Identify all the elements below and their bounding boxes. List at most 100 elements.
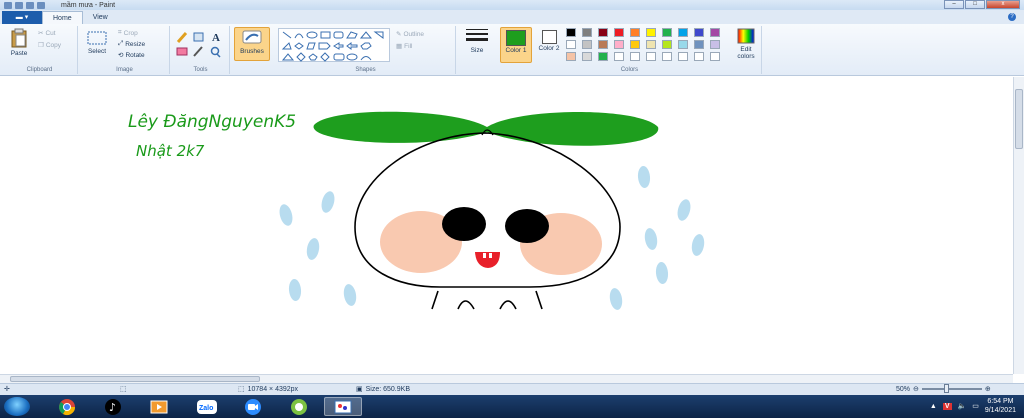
edit-colors-button[interactable]: Edit colors: [732, 28, 760, 60]
select-button[interactable]: Select: [84, 30, 110, 55]
rotate-button[interactable]: ⟲ Rotate: [118, 51, 145, 60]
file-menu-button[interactable]: ▬ ▾: [2, 11, 42, 24]
tiktok-icon: ♪: [105, 398, 121, 415]
palette-swatch[interactable]: [662, 52, 672, 61]
cut-button[interactable]: ✂ Cut: [38, 29, 56, 38]
start-button[interactable]: [4, 397, 30, 416]
colors-group: Color 1 Color 2 Edit colors Colors: [498, 26, 762, 74]
palette-swatch[interactable]: [582, 28, 592, 37]
shapes-gallery[interactable]: [278, 28, 390, 62]
palette-swatch[interactable]: [614, 52, 624, 61]
svg-text:Zalo: Zalo: [199, 405, 213, 412]
palette-swatch[interactable]: [662, 28, 672, 37]
resize-label: Resize: [125, 40, 146, 48]
volume-icon[interactable]: 🔈: [958, 402, 967, 410]
palette-swatch[interactable]: [694, 40, 704, 49]
palette-swatch[interactable]: [614, 28, 624, 37]
eraser-icon[interactable]: [176, 47, 188, 56]
help-icon[interactable]: ?: [1008, 13, 1016, 21]
zoom-level: 50%: [896, 385, 911, 393]
close-button[interactable]: x: [986, 0, 1020, 9]
color2-button[interactable]: Color 2: [535, 27, 563, 63]
vertical-scroll-thumb[interactable]: [1015, 89, 1023, 149]
pencil-icon[interactable]: [176, 32, 188, 43]
palette-swatch[interactable]: [678, 52, 688, 61]
palette-swatch[interactable]: [566, 52, 576, 61]
palette-swatch[interactable]: [566, 40, 576, 49]
vertical-scrollbar[interactable]: [1013, 77, 1024, 374]
palette-swatch[interactable]: [646, 52, 656, 61]
palette-swatch[interactable]: [646, 40, 656, 49]
file-menu-icon: ▬ ▾: [15, 14, 29, 21]
palette-swatch[interactable]: [582, 52, 592, 61]
palette-swatch[interactable]: [630, 52, 640, 61]
paint-app-icon[interactable]: [4, 1, 12, 9]
media-player-icon: [150, 400, 168, 413]
copy-label: Copy: [45, 41, 62, 49]
palette-swatch[interactable]: [694, 52, 704, 61]
redo-icon[interactable]: [37, 1, 45, 9]
palette-swatch[interactable]: [678, 40, 688, 49]
show-hidden-icons-icon[interactable]: ▲: [930, 403, 937, 410]
resize-button[interactable]: ⤢ Resize: [118, 40, 145, 48]
undo-icon[interactable]: [26, 1, 34, 9]
palette-swatch[interactable]: [598, 40, 608, 49]
color2-swatch: [541, 30, 557, 44]
taskbar-tiktok[interactable]: ♪: [94, 397, 132, 416]
horizontal-scrollbar[interactable]: [0, 374, 1013, 383]
drawing-canvas[interactable]: Lêy ĐăngNguyenK5 Nhật 2k7: [0, 77, 1013, 374]
maximize-button[interactable]: □: [965, 0, 985, 9]
zoom-out-icon[interactable]: ⊖: [913, 385, 919, 393]
color1-button[interactable]: Color 1: [500, 27, 532, 63]
palette-swatch[interactable]: [598, 28, 608, 37]
minimize-button[interactable]: –: [944, 0, 964, 9]
taskbar-zalo[interactable]: Zalo: [188, 397, 226, 416]
palette-swatch[interactable]: [582, 40, 592, 49]
fill-button[interactable]: ▦ Fill: [396, 42, 412, 51]
palette-swatch[interactable]: [566, 28, 576, 37]
brushes-button[interactable]: Brushes: [234, 27, 270, 61]
save-icon[interactable]: [15, 1, 23, 9]
window-title: mầm mưa - Paint: [61, 1, 116, 9]
clock[interactable]: 6:54 PM 9/14/2021: [985, 397, 1016, 415]
palette-swatch[interactable]: [694, 28, 704, 37]
palette-swatch[interactable]: [630, 28, 640, 37]
rotate-label: Rotate: [125, 51, 145, 59]
paste-button[interactable]: Paste: [6, 28, 32, 57]
horizontal-scroll-thumb[interactable]: [10, 376, 260, 382]
taskbar-input-method[interactable]: [280, 397, 318, 416]
palette-swatch[interactable]: [710, 28, 720, 37]
magnifier-icon[interactable]: [210, 46, 221, 58]
outline-button[interactable]: ✎ Outline: [396, 30, 424, 39]
selection-size-icon: ⬚: [120, 386, 127, 393]
text-icon[interactable]: A: [212, 32, 220, 44]
tab-home[interactable]: Home: [42, 11, 83, 24]
zoom-slider-thumb[interactable]: [943, 384, 949, 393]
palette-swatch[interactable]: [646, 28, 656, 37]
taskbar-zoom[interactable]: [234, 397, 272, 416]
palette-swatch[interactable]: [678, 28, 688, 37]
palette-swatch[interactable]: [614, 40, 624, 49]
rainbow-palette-icon: [737, 28, 755, 44]
palette-swatch[interactable]: [598, 52, 608, 61]
zoom-slider[interactable]: [921, 384, 982, 393]
palette-swatch[interactable]: [662, 40, 672, 49]
zoom-control: 50% ⊖ ⊕: [896, 384, 991, 393]
palette-swatch[interactable]: [710, 40, 720, 49]
copy-button[interactable]: ❐ Copy: [38, 41, 62, 50]
taskbar-media-player[interactable]: [140, 397, 178, 416]
language-indicator[interactable]: V: [942, 402, 952, 410]
rotate-icon: ⟲: [118, 52, 124, 59]
tools-group: A Tools: [172, 26, 230, 74]
fill-bucket-icon[interactable]: [193, 32, 204, 42]
palette-swatch[interactable]: [710, 52, 720, 61]
color-picker-icon[interactable]: [193, 46, 203, 57]
size-button[interactable]: Size: [462, 27, 492, 54]
zoom-in-icon[interactable]: ⊕: [985, 385, 991, 393]
crop-button[interactable]: ⌗ Crop: [118, 29, 138, 37]
tab-view[interactable]: View: [83, 11, 118, 24]
taskbar-paint[interactable]: [324, 397, 362, 416]
network-icon[interactable]: ▭: [972, 402, 979, 410]
taskbar-chrome[interactable]: [48, 397, 86, 416]
palette-swatch[interactable]: [630, 40, 640, 49]
